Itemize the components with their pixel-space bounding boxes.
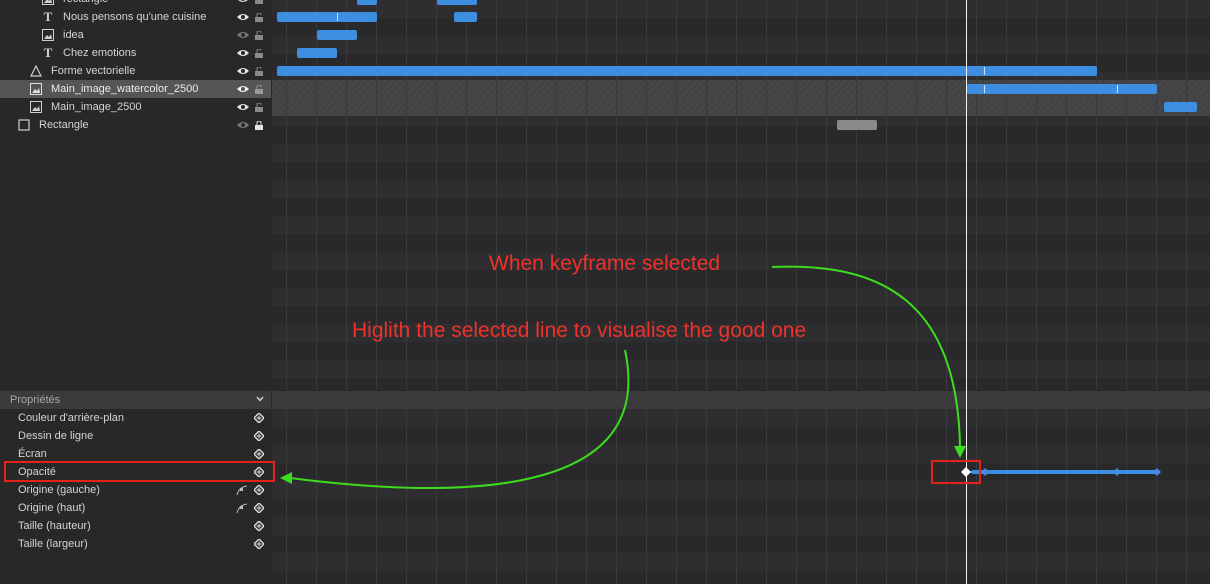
clip-hidden[interactable] xyxy=(837,120,877,130)
clip[interactable] xyxy=(317,30,357,40)
clip[interactable] xyxy=(297,48,337,58)
add-keyframe-icon[interactable] xyxy=(254,485,264,495)
eye-icon[interactable] xyxy=(237,85,249,93)
layer-label: Forme vectorielle xyxy=(51,65,136,77)
motion-path-icon[interactable] xyxy=(236,484,248,496)
clip[interactable] xyxy=(454,12,477,22)
add-keyframe-icon[interactable] xyxy=(254,449,264,459)
lock-open-icon[interactable] xyxy=(255,84,263,94)
layer-label: rectangle xyxy=(63,0,108,5)
property-row-height[interactable]: Taille (hauteur) xyxy=(0,517,271,535)
clip[interactable] xyxy=(437,0,477,5)
playhead[interactable] xyxy=(966,0,967,584)
layer-row-chez-emotions[interactable]: T Chez emotions xyxy=(0,44,271,62)
add-keyframe-icon[interactable] xyxy=(254,467,264,477)
property-label: Écran xyxy=(18,448,47,460)
property-row-origin-left[interactable]: Origine (gauche) xyxy=(0,481,271,499)
eye-icon[interactable] xyxy=(237,31,249,39)
eye-icon[interactable] xyxy=(237,0,249,3)
layer-row-rectangle-top[interactable]: rectangle xyxy=(0,0,271,8)
layer-label: idea xyxy=(63,29,84,41)
add-keyframe-icon[interactable] xyxy=(254,539,264,549)
properties-list: Couleur d'arrière-plan Dessin de ligne É… xyxy=(0,409,271,584)
property-row-width[interactable]: Taille (largeur) xyxy=(0,535,271,553)
image-icon xyxy=(30,101,42,113)
layer-label: Main_image_watercolor_2500 xyxy=(51,83,199,95)
eye-icon[interactable] xyxy=(237,13,249,21)
lock-open-icon[interactable] xyxy=(255,12,263,22)
image-icon xyxy=(30,83,42,95)
clip[interactable] xyxy=(277,66,1097,76)
vector-shape-icon xyxy=(30,65,42,77)
property-row-line-drawing[interactable]: Dessin de ligne xyxy=(0,427,271,445)
property-label: Taille (hauteur) xyxy=(18,520,91,532)
properties-header[interactable]: Propriétés xyxy=(0,391,271,409)
clip[interactable] xyxy=(1164,102,1197,112)
property-label: Couleur d'arrière-plan xyxy=(18,412,125,424)
image-icon xyxy=(42,0,54,5)
eye-icon[interactable] xyxy=(237,49,249,57)
property-label: Taille (largeur) xyxy=(18,538,88,550)
properties-header-bar xyxy=(272,391,1210,409)
lock-open-icon[interactable] xyxy=(255,66,263,76)
property-row-background-color[interactable]: Couleur d'arrière-plan xyxy=(0,409,271,427)
properties-title: Propriétés xyxy=(10,394,61,406)
layer-row-main-image-watercolor[interactable]: Main_image_watercolor_2500 xyxy=(0,80,271,98)
layer-row-vector-shape[interactable]: Forme vectorielle xyxy=(0,62,271,80)
image-icon xyxy=(42,29,54,41)
lock-open-icon[interactable] xyxy=(255,0,263,4)
property-row-origin-top[interactable]: Origine (haut) xyxy=(0,499,271,517)
eye-icon[interactable] xyxy=(237,121,249,129)
properties-timeline[interactable] xyxy=(272,409,1210,584)
chevron-down-icon[interactable] xyxy=(256,396,264,402)
layer-row-idea[interactable]: idea xyxy=(0,26,271,44)
property-label: Origine (haut) xyxy=(18,502,86,514)
eye-icon[interactable] xyxy=(237,67,249,75)
layers-panel: rectangle T Nous pensons qu'une cuisine … xyxy=(0,0,271,390)
add-keyframe-icon[interactable] xyxy=(254,521,264,531)
lock-open-icon[interactable] xyxy=(255,48,263,58)
add-keyframe-icon[interactable] xyxy=(254,431,264,441)
text-icon: T xyxy=(43,45,53,60)
property-row-opacity[interactable]: Opacité xyxy=(0,463,271,481)
layer-row-text[interactable]: T Nous pensons qu'une cuisine xyxy=(0,8,271,26)
layer-label: Rectangle xyxy=(39,119,89,131)
property-label: Dessin de ligne xyxy=(18,430,94,442)
layer-row-main-image[interactable]: Main_image_2500 xyxy=(0,98,271,116)
text-icon: T xyxy=(43,9,53,24)
property-label: Opacité xyxy=(18,466,56,478)
track-hatch xyxy=(272,98,1210,116)
eye-icon[interactable] xyxy=(237,103,249,111)
add-keyframe-icon[interactable] xyxy=(254,413,264,423)
motion-path-icon[interactable] xyxy=(236,502,248,514)
layer-label: Chez emotions xyxy=(63,47,137,59)
clip[interactable] xyxy=(967,84,1157,94)
property-row-screen[interactable]: Écran xyxy=(0,445,271,463)
lock-open-icon[interactable] xyxy=(255,102,263,112)
lock-open-icon[interactable] xyxy=(255,30,263,40)
annotation-keyframe-note: When keyframe selected xyxy=(489,252,721,275)
rectangle-icon xyxy=(18,119,30,131)
layer-label: Main_image_2500 xyxy=(51,101,142,113)
layer-row-rectangle[interactable]: Rectangle xyxy=(0,116,271,134)
annotation-highlight-note: Higlith the selected line to visualise t… xyxy=(352,319,807,342)
lock-closed-icon[interactable] xyxy=(255,120,263,130)
clip[interactable] xyxy=(277,12,377,22)
property-label: Origine (gauche) xyxy=(18,484,100,496)
add-keyframe-icon[interactable] xyxy=(254,503,264,513)
clip[interactable] xyxy=(357,0,377,5)
layer-label: Nous pensons qu'une cuisine xyxy=(63,11,207,23)
